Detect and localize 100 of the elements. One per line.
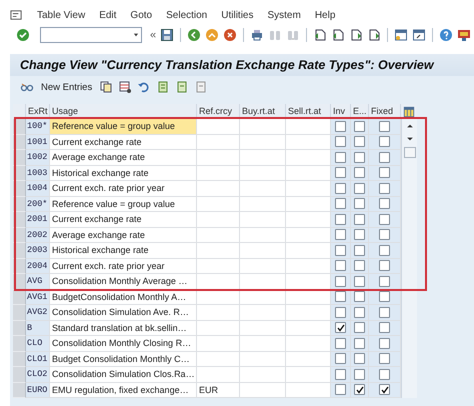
checkbox[interactable] (354, 291, 365, 302)
checkbox[interactable] (354, 198, 365, 210)
table-cell[interactable]: Standard translation at bk.sellin… (50, 320, 197, 336)
select-block-icon[interactable] (175, 80, 190, 94)
checkbox[interactable] (354, 244, 365, 256)
table-cell[interactable] (240, 290, 286, 305)
checkbox[interactable] (379, 229, 390, 240)
table-cell[interactable] (240, 212, 286, 228)
table-cell[interactable]: Current exch. rate prior year (50, 181, 197, 196)
table-cell[interactable] (240, 336, 286, 352)
checkbox[interactable] (335, 291, 346, 302)
checkbox[interactable] (354, 384, 365, 396)
menu-icon[interactable] (10, 8, 23, 22)
table-cell[interactable]: Reference value = group value (50, 119, 197, 134)
table-cell[interactable]: Historical exchange rate (50, 243, 197, 258)
cancel-icon[interactable] (223, 28, 238, 42)
checkbox[interactable] (335, 229, 346, 240)
page-icon[interactable] (349, 28, 364, 42)
scroll-thumb[interactable] (404, 147, 416, 158)
layout-icon[interactable] (394, 28, 408, 42)
menu-item[interactable]: Selection (166, 10, 208, 20)
checkbox[interactable] (379, 136, 390, 148)
page-icon[interactable] (331, 28, 346, 42)
table-cell[interactable] (240, 134, 286, 150)
table-cell[interactable] (197, 150, 240, 166)
checkbox[interactable] (379, 167, 390, 178)
copy-icon[interactable] (99, 80, 114, 94)
checkbox[interactable] (335, 260, 346, 272)
checkbox[interactable] (354, 214, 365, 225)
back-icon[interactable] (187, 28, 202, 42)
checkbox[interactable] (354, 229, 365, 240)
checkbox[interactable] (379, 276, 390, 287)
table-cell[interactable] (197, 119, 240, 134)
table-cell[interactable] (240, 367, 286, 382)
checkbox[interactable] (379, 244, 390, 256)
checkbox[interactable] (379, 368, 390, 380)
table-cell[interactable] (197, 320, 240, 336)
checkbox[interactable] (335, 152, 346, 163)
table-cell[interactable] (197, 305, 240, 320)
table-cell[interactable] (240, 382, 286, 398)
table-cell[interactable] (197, 212, 240, 228)
checkbox[interactable] (335, 167, 346, 178)
table-cell[interactable] (240, 166, 286, 181)
table-cell[interactable] (197, 336, 240, 352)
checkbox[interactable] (354, 182, 365, 194)
checkbox[interactable] (335, 368, 346, 380)
table-cell[interactable] (240, 150, 286, 166)
checkbox[interactable] (335, 136, 346, 148)
checkbox[interactable] (379, 322, 390, 334)
table-cell[interactable] (197, 181, 240, 196)
checkbox[interactable] (354, 338, 365, 349)
checkbox[interactable] (335, 244, 346, 256)
table-cell[interactable] (197, 258, 240, 274)
table-cell[interactable]: Consolidation Simulation Ave. R… (50, 305, 197, 320)
checkbox[interactable] (379, 120, 390, 132)
checkbox[interactable] (335, 182, 346, 194)
table-cell[interactable] (197, 352, 240, 367)
table-cell[interactable]: Current exchange rate (50, 212, 197, 228)
checkbox[interactable] (335, 120, 346, 132)
checkbox[interactable] (354, 167, 365, 178)
checkbox[interactable] (379, 306, 390, 318)
command-field[interactable] (40, 27, 142, 43)
table-cell[interactable] (197, 166, 240, 181)
collapse-button[interactable]: « (150, 29, 156, 41)
checkbox[interactable] (379, 198, 390, 210)
enter-icon[interactable] (16, 28, 30, 42)
page-icon[interactable] (367, 28, 382, 42)
table-cell[interactable] (240, 305, 286, 320)
checkbox[interactable] (354, 353, 365, 364)
checkbox[interactable] (354, 322, 365, 334)
table-cell[interactable] (197, 196, 240, 212)
table-cell[interactable] (197, 243, 240, 258)
checkbox[interactable] (354, 152, 365, 163)
select-all-icon[interactable] (156, 80, 170, 94)
table-cell[interactable] (240, 352, 286, 367)
table-cell[interactable]: Current exchange rate (50, 134, 197, 150)
table-cell[interactable] (240, 119, 286, 134)
table-cell[interactable]: BudgetConsolidation Monthly A… (50, 290, 197, 305)
table-cell[interactable] (197, 134, 240, 150)
checkbox[interactable] (335, 384, 346, 396)
menu-item[interactable]: Goto (130, 10, 152, 20)
column-settings-icon[interactable] (403, 106, 415, 118)
menu-item[interactable]: Edit (99, 10, 116, 20)
table-cell[interactable] (240, 243, 286, 258)
table-cell[interactable]: Historical exchange rate (50, 166, 197, 181)
table-cell[interactable] (240, 196, 286, 212)
monitor-icon[interactable] (457, 28, 472, 42)
table-cell[interactable]: EUR (197, 382, 240, 398)
checkbox[interactable] (379, 384, 390, 396)
checkbox[interactable] (379, 353, 390, 364)
menu-item[interactable]: Table View (37, 10, 86, 20)
table-cell[interactable] (240, 181, 286, 196)
table-cell[interactable] (197, 228, 240, 243)
checkbox[interactable] (335, 338, 346, 349)
deselect-icon[interactable] (194, 80, 208, 94)
menu-item[interactable]: Help (314, 10, 336, 20)
checkbox[interactable] (335, 276, 346, 287)
checkbox[interactable] (335, 198, 346, 210)
checkbox[interactable] (335, 322, 346, 334)
exit-icon[interactable] (205, 28, 220, 42)
